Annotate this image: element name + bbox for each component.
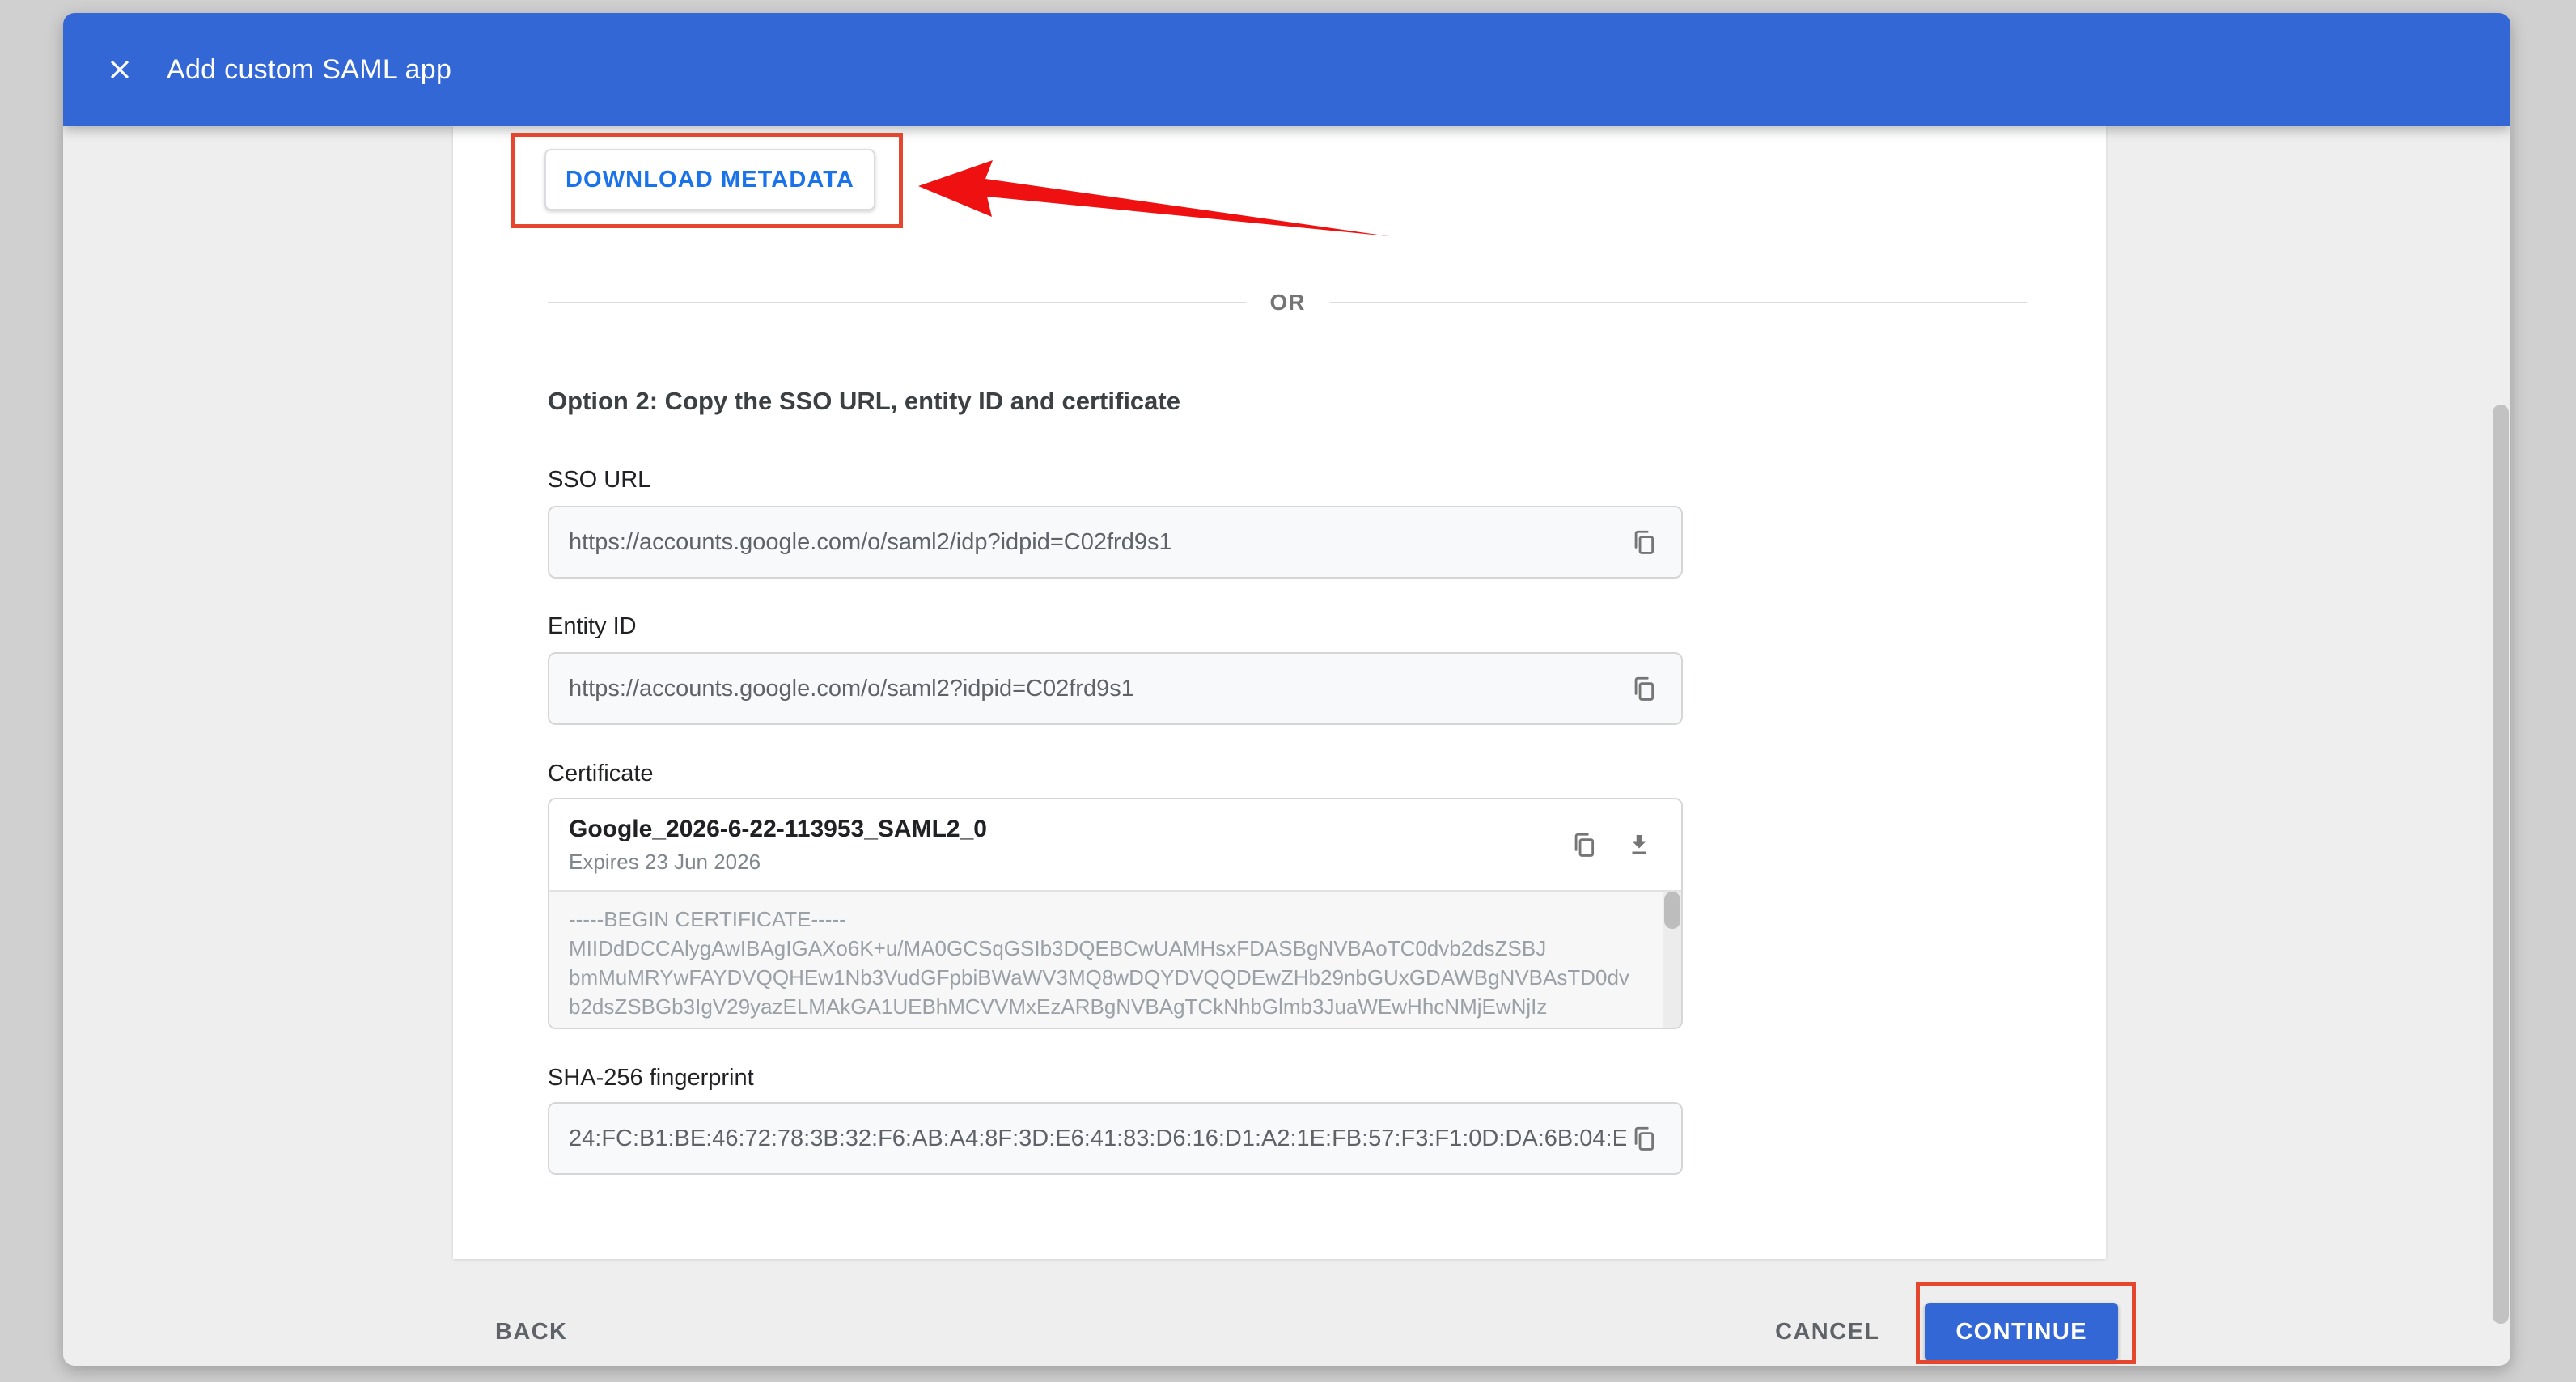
certificate-line: b2dsZSBGb3IgV29yazELMAkGA1UEBhMCVVMxEzAR… (569, 992, 1644, 1021)
certificate-scrollbar-track (1663, 892, 1681, 1029)
certificate-body[interactable]: -----BEGIN CERTIFICATE----- MIIDdDCCAlyg… (549, 890, 1681, 1029)
copy-certificate-button[interactable] (1566, 827, 1602, 863)
certificate-line: -----BEGIN CERTIFICATE----- (569, 905, 1644, 934)
entity-id-value: https://accounts.google.com/o/saml2?idpi… (569, 676, 1626, 702)
download-certificate-button[interactable] (1621, 827, 1657, 863)
copy-icon (1630, 528, 1658, 556)
divider-line-right (1330, 302, 2028, 303)
copy-fingerprint-button[interactable] (1626, 1121, 1662, 1156)
entity-id-field: https://accounts.google.com/o/saml2?idpi… (548, 652, 1683, 725)
certificate-line: bmMuMRYwFAYDVQQHEw1Nb3VudGFpbiBWaWV3MQ8w… (569, 963, 1644, 992)
or-divider: OR (548, 290, 2027, 316)
copy-icon (1630, 675, 1658, 702)
copy-icon (1630, 1125, 1658, 1152)
download-metadata-button[interactable]: DOWNLOAD METADATA (544, 149, 875, 210)
sso-url-label: SSO URL (548, 467, 650, 494)
add-custom-saml-app-dialog: Add custom SAML app DOWNLOAD METADATA OR… (63, 13, 2510, 1366)
content-card: DOWNLOAD METADATA OR Option 2: Copy the … (453, 126, 2106, 1259)
certificate-expiry: Expires 23 Jun 2026 (569, 850, 1566, 875)
sso-url-field: https://accounts.google.com/o/saml2/idp?… (548, 506, 1683, 579)
close-button[interactable] (102, 52, 138, 87)
divider-line-left (548, 302, 1246, 303)
entity-id-label: Entity ID (548, 613, 637, 640)
copy-sso-url-button[interactable] (1626, 524, 1662, 560)
or-label: OR (1270, 290, 1306, 316)
certificate-name: Google_2026-6-22-113953_SAML2_0 (569, 816, 1566, 843)
dialog-scrollbar-thumb[interactable] (2493, 405, 2509, 1324)
copy-icon (1570, 831, 1598, 858)
continue-button[interactable]: CONTINUE (1925, 1303, 2118, 1361)
certificate-label: Certificate (548, 761, 654, 787)
copy-entity-id-button[interactable] (1626, 671, 1662, 706)
dialog-header: Add custom SAML app (63, 13, 2510, 126)
sha256-fingerprint-field: 24:FC:B1:BE:46:72:78:3B:32:F6:AB:A4:8F:3… (548, 1102, 1683, 1175)
certificate-card: Google_2026-6-22-113953_SAML2_0 Expires … (548, 798, 1683, 1029)
certificate-actions (1566, 827, 1657, 863)
back-button[interactable]: BACK (484, 1303, 578, 1361)
certificate-scrollbar-thumb[interactable] (1664, 892, 1680, 929)
option2-heading: Option 2: Copy the SSO URL, entity ID an… (548, 387, 1180, 416)
certificate-line: MIIDdDCCAlygAwIBAgIGAXo6K+u/MA0GCSqGSIb3… (569, 934, 1644, 963)
certificate-header: Google_2026-6-22-113953_SAML2_0 Expires … (549, 799, 1681, 890)
footer-actions: CANCEL CONTINUE (1775, 1303, 2118, 1361)
download-icon (1625, 831, 1653, 858)
close-icon (104, 54, 135, 85)
dialog-title: Add custom SAML app (167, 54, 451, 86)
sha256-fingerprint-label: SHA-256 fingerprint (548, 1065, 754, 1092)
sha256-fingerprint-value: 24:FC:B1:BE:46:72:78:3B:32:F6:AB:A4:8F:3… (569, 1126, 1626, 1152)
cancel-button[interactable]: CANCEL (1775, 1303, 1879, 1361)
certificate-titles: Google_2026-6-22-113953_SAML2_0 Expires … (569, 816, 1566, 875)
sso-url-value: https://accounts.google.com/o/saml2/idp?… (569, 529, 1626, 556)
